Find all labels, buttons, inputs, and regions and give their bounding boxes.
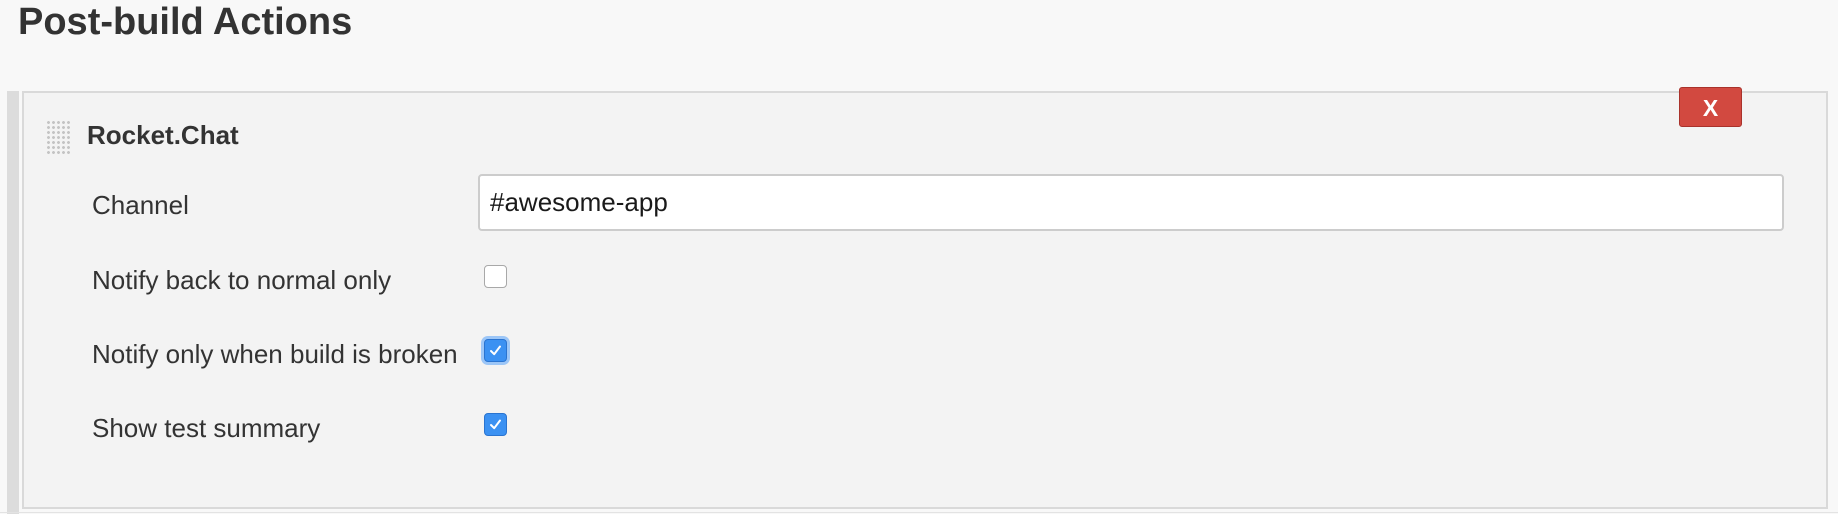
section-left-strip: [7, 91, 19, 514]
channel-label: Channel: [92, 190, 189, 220]
show-test-summary-checkbox[interactable]: [484, 413, 507, 436]
checkmark-icon: [490, 419, 501, 430]
notify-only-broken-checkbox[interactable]: [484, 339, 507, 362]
drag-handle-icon[interactable]: [46, 120, 70, 154]
page-bottom-rule: [0, 512, 1838, 513]
show-test-summary-label: Show test summary: [92, 413, 321, 443]
rocketchat-panel: [22, 91, 1828, 509]
panel-title: Rocket.Chat: [87, 120, 239, 150]
channel-input[interactable]: [478, 174, 1784, 231]
section-title: Post-build Actions: [18, 1, 353, 43]
checkmark-icon: [490, 345, 501, 356]
notify-only-broken-label: Notify only when build is broken: [92, 339, 458, 369]
notify-back-to-normal-checkbox[interactable]: [484, 265, 507, 288]
notify-back-to-normal-label: Notify back to normal only: [92, 265, 392, 295]
delete-button[interactable]: X: [1679, 87, 1742, 127]
